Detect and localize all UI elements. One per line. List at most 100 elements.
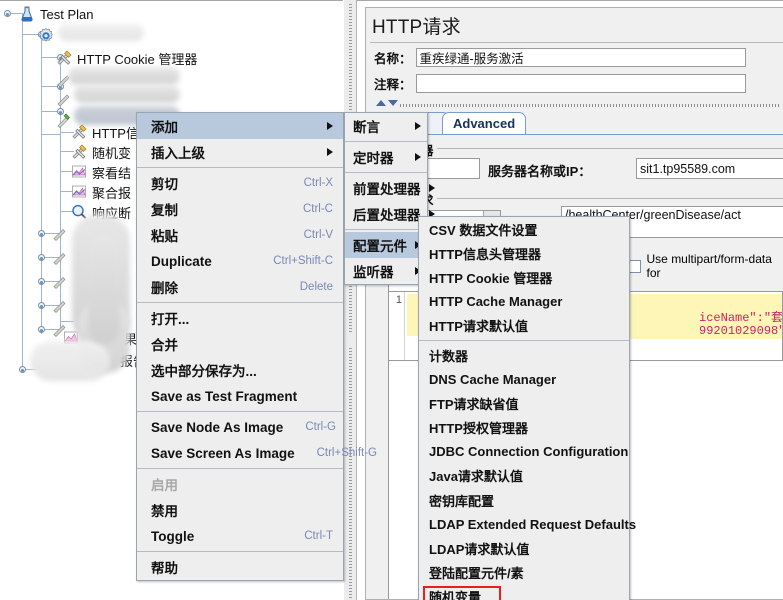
redacted-region — [30, 341, 110, 381]
config-submenu-item-3[interactable]: HTTP Cache Manager — [419, 290, 629, 314]
context-menu-item-13[interactable]: 启用 — [137, 471, 343, 497]
menu-item-label: LDAP请求默认值 — [429, 542, 530, 558]
config-submenu-item-2[interactable]: HTTP Cookie 管理器 — [419, 265, 629, 289]
tab-advanced[interactable]: Advanced — [442, 112, 527, 134]
config-submenu-item-14[interactable]: 登陆配置元件/素 — [419, 561, 629, 585]
config-submenu-item-11[interactable]: 密钥库配置 — [419, 488, 629, 512]
sampler-icon — [51, 224, 69, 242]
menu-item-label: Save Node As Image — [151, 419, 284, 435]
context-menu-item-6[interactable]: 删除 Delete — [137, 274, 343, 300]
menu-item-label: CSV 数据文件设置 — [429, 222, 538, 238]
config-submenu-item-6[interactable]: DNS Cache Manager — [419, 367, 629, 391]
redacted-label — [74, 85, 180, 103]
tree-item-aggregate-report[interactable]: 聚合报 — [70, 181, 131, 203]
list-item[interactable] — [51, 270, 73, 292]
tree-expand-handle[interactable] — [38, 230, 45, 237]
config-submenu-item-4[interactable]: HTTP请求默认值 — [419, 314, 629, 338]
list-item[interactable] — [51, 294, 73, 316]
submenu-arrow-icon — [428, 184, 435, 192]
redacted-label — [58, 24, 144, 41]
name-input[interactable]: 重疾绿通-服务激活 — [415, 48, 746, 67]
config-submenu-item-0[interactable]: CSV 数据文件设置 — [419, 217, 629, 241]
add-submenu[interactable]: 断言定时器前置处理器 后置处理器配置元件监听器 — [344, 112, 435, 285]
server-input[interactable]: sit1.tp95589.com — [636, 158, 783, 179]
redacted-label — [68, 67, 180, 85]
list-item[interactable] — [51, 246, 73, 268]
context-menu-item-12[interactable]: Save Screen As Image Ctrl+Shift-G — [137, 440, 377, 466]
context-menu-item-2[interactable]: 剪切 Ctrl-X — [137, 170, 343, 196]
multipart-checkbox-row[interactable]: Use multipart/form-data for — [628, 252, 783, 280]
tree-expand-handle[interactable] — [38, 326, 45, 333]
tree-context-menu[interactable]: 添加插入上级剪切 Ctrl-X 复制 Ctrl-C 粘贴 Ctrl-V Duplicate C… — [136, 112, 377, 581]
config-submenu-item-9[interactable]: JDBC Connection Configuration — [419, 440, 629, 464]
tree-item-label: 随机变 — [92, 145, 132, 161]
tree-item-test-plan[interactable]: Test Plan — [18, 3, 93, 25]
context-menu-item-16[interactable]: 帮助 — [137, 554, 343, 580]
config-submenu-item-13[interactable]: LDAP请求默认值 — [419, 536, 629, 560]
add-submenu-item-4[interactable]: 配置元件 — [345, 232, 427, 258]
tree-expand-handle[interactable] — [38, 278, 45, 285]
menu-item-label: LDAP Extended Request Defaults — [429, 516, 637, 532]
add-submenu-item-5[interactable]: 监听器 — [345, 258, 427, 284]
menu-item-label: HTTP信息头管理器 — [429, 246, 541, 262]
tree-item-http-cookie-manager[interactable]: HTTP Cookie 管理器 — [55, 47, 197, 69]
context-menu-item-5[interactable]: Duplicate Ctrl+Shift-C — [137, 248, 343, 274]
tree-expand-handle[interactable] — [38, 254, 45, 261]
add-submenu-item-0[interactable]: 断言 — [345, 113, 427, 139]
tree-item-label: 聚合报 — [92, 185, 132, 201]
menu-item-label: 复制 — [151, 203, 178, 218]
code-text: 99201029098","policyNo — [699, 324, 782, 338]
context-menu-item-0[interactable]: 添加 — [137, 113, 343, 139]
context-menu-item-3[interactable]: 复制 Ctrl-C — [137, 196, 343, 222]
add-submenu-item-3[interactable]: 后置处理器 — [345, 201, 435, 227]
scroll-up-icon[interactable] — [376, 100, 386, 106]
context-menu-item-9[interactable]: 选中部分保存为... — [137, 357, 343, 383]
menu-item-shortcut: Ctrl-C — [302, 203, 333, 215]
context-menu-item-4[interactable]: 粘贴 Ctrl-V — [137, 222, 343, 248]
multipart-label: Use multipart/form-data for — [646, 252, 772, 280]
config-submenu-item-8[interactable]: HTTP授权管理器 — [419, 416, 629, 440]
menu-item-label: 禁用 — [151, 504, 178, 519]
config-submenu-item-15[interactable]: 随机变量 — [419, 585, 629, 600]
menu-item-label: 合并 — [151, 338, 178, 353]
tree-item-thread-group[interactable] — [37, 25, 59, 47]
context-menu-item-11[interactable]: Save Node As Image Ctrl-G — [137, 414, 343, 440]
menu-separator — [345, 141, 427, 142]
tree-item-random-variable[interactable]: 随机变 — [70, 141, 131, 163]
scroll-down-icon[interactable] — [388, 100, 398, 106]
tree-expand-handle[interactable] — [19, 366, 26, 373]
context-menu-item-10[interactable]: Save as Test Fragment — [137, 383, 343, 409]
context-menu-item-8[interactable]: 合并 — [137, 331, 343, 357]
menu-item-shortcut: Ctrl-T — [304, 530, 333, 542]
server-label: 服务器名称或IP： — [488, 164, 592, 179]
context-menu-item-1[interactable]: 插入上级 — [137, 139, 343, 165]
menu-item-label: Save as Test Fragment — [151, 388, 298, 404]
context-menu-item-15[interactable]: Toggle Ctrl-T — [137, 523, 343, 549]
tree-line — [41, 134, 60, 135]
menu-item-label: 密钥库配置 — [429, 493, 495, 509]
list-item[interactable] — [51, 222, 73, 244]
tree-item-http-header-manager[interactable]: HTTP信 — [70, 121, 139, 143]
context-menu-item-7[interactable]: 打开... — [137, 305, 343, 331]
http-request-group — [376, 198, 783, 199]
split-pane-divider[interactable] — [343, 0, 357, 600]
config-submenu-item-1[interactable]: HTTP信息头管理器 — [419, 241, 629, 265]
tree-item-view-results-tree[interactable]: 察看结 — [70, 161, 131, 183]
menu-separator — [137, 167, 343, 168]
tree-expand-handle[interactable] — [38, 302, 45, 309]
config-submenu-item-7[interactable]: FTP请求缺省值 — [419, 391, 629, 415]
add-submenu-item-1[interactable]: 定时器 — [345, 144, 427, 170]
context-menu-item-14[interactable]: 禁用 — [137, 497, 343, 523]
tree-expand-handle[interactable] — [4, 10, 11, 17]
menu-item-label: 添加 — [151, 120, 178, 135]
panel-scroll-arrows[interactable] — [376, 100, 398, 106]
config-submenu-item-10[interactable]: Java请求默认值 — [419, 464, 629, 488]
menu-item-label: HTTP Cache Manager — [429, 294, 563, 310]
config-submenu-item-12[interactable]: LDAP Extended Request Defaults — [419, 512, 636, 536]
add-submenu-item-2[interactable]: 前置处理器 — [345, 175, 435, 201]
comment-input[interactable] — [415, 74, 746, 93]
gear-icon — [37, 27, 55, 45]
config-element-submenu[interactable]: CSV 数据文件设置 HTTP信息头管理器 HTTP Cookie 管理器 HTTP … — [418, 216, 636, 600]
menu-item-label: 配置元件 — [353, 239, 407, 254]
config-submenu-item-5[interactable]: 计数器 — [419, 343, 629, 367]
